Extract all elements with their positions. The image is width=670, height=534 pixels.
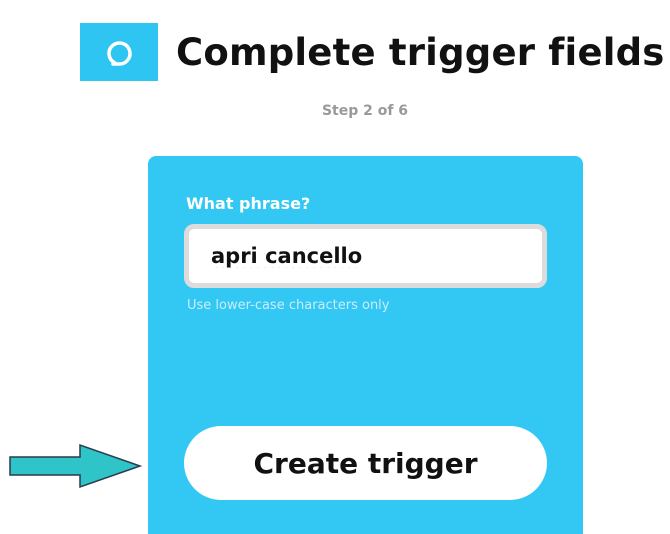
create-trigger-button[interactable]: Create trigger xyxy=(184,426,547,500)
phrase-input[interactable] xyxy=(184,224,547,288)
page-title: Complete trigger fields xyxy=(176,30,665,74)
step-indicator: Step 2 of 6 xyxy=(321,103,409,119)
alexa-ring-icon xyxy=(107,41,132,66)
phrase-helper-text: Use lower-case characters only xyxy=(187,298,390,313)
service-logo xyxy=(80,23,158,81)
trigger-form-panel: What phrase? Use lower-case characters o… xyxy=(148,156,583,534)
header: Complete trigger fields xyxy=(80,22,665,82)
phrase-field-label: What phrase? xyxy=(186,194,311,213)
page: Complete trigger fields Step 2 of 6 What… xyxy=(0,0,670,534)
right-arrow-icon xyxy=(9,443,143,489)
